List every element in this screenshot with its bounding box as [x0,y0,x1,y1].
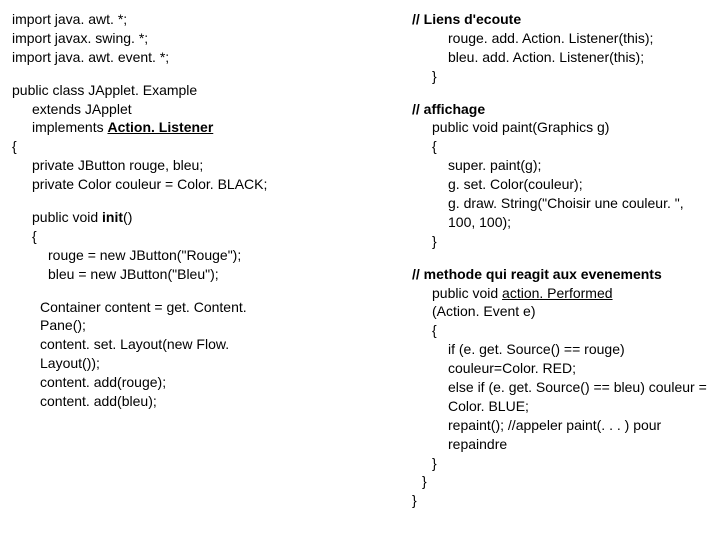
init-prefix: public void [32,209,102,225]
left-column: import java. awt. *; import javax. swing… [12,10,412,524]
code-line: Container content = get. Content. Pane()… [40,298,280,336]
imports-block: import java. awt. *; import javax. swing… [12,10,412,67]
class-line: public class JApplet. Example [12,81,412,100]
import-line: import java. awt. event. *; [12,48,412,67]
listeners-block: // Liens d'ecoute rouge. add. Action. Li… [412,10,708,86]
code-line: else if (e. get. Source() == bleu) coule… [412,378,708,416]
implements-line: implements Action. Listener [12,118,412,137]
brace: { [12,227,412,246]
brace: } [412,472,708,491]
implements-kw: implements [32,119,107,135]
code-line: content. set. Layout(new Flow. Layout())… [40,335,280,373]
init-name: init [102,209,123,225]
code-line: g. set. Color(couleur); [412,175,708,194]
import-line: import javax. swing. *; [12,29,412,48]
code-line: content. add(bleu); [40,392,280,411]
code-line: rouge. add. Action. Listener(this); [412,29,708,48]
action-listener: Action. Listener [107,119,213,135]
brace: { [412,321,708,340]
field-line: private Color couleur = Color. BLACK; [12,175,412,194]
listeners-comment: // Liens d'ecoute [412,10,708,29]
code-line: public void paint(Graphics g) [412,118,708,137]
code-line: content. add(rouge); [40,373,280,392]
method-prefix: public void [432,285,502,301]
class-decl-block: public class JApplet. Example extends JA… [12,81,412,194]
affichage-block: // affichage public void paint(Graphics … [412,100,708,251]
method-block: // methode qui reagit aux evenements pub… [412,265,708,511]
code-line: repaint(); //appeler paint(. . . ) pour … [412,416,708,454]
init-block: public void init() { rouge = new JButton… [12,208,412,284]
right-column: // Liens d'ecoute rouge. add. Action. Li… [412,10,708,524]
field-line: private JButton rouge, bleu; [12,156,412,175]
container-block: Container content = get. Content. Pane()… [12,298,280,411]
method-signature: public void action. Performed [412,284,708,303]
init-parens: () [123,209,132,225]
method-params: (Action. Event e) [412,302,708,321]
affichage-comment: // affichage [412,100,708,119]
method-comment: // methode qui reagit aux evenements [412,265,708,284]
code-line: g. draw. String("Choisir une couleur. ",… [412,194,708,232]
code-line: super. paint(g); [412,156,708,175]
code-line: bleu. add. Action. Listener(this); [412,48,708,67]
extends-line: extends JApplet [12,100,412,119]
brace: { [412,137,708,156]
brace: } [412,67,708,86]
brace: } [412,491,708,510]
brace: } [412,232,708,251]
code-line: rouge = new JButton("Rouge"); [12,246,412,265]
brace: } [412,454,708,473]
code-line: bleu = new JButton("Bleu"); [12,265,412,284]
action-performed: action. Performed [502,285,613,301]
code-line: if (e. get. Source() == rouge) couleur=C… [412,340,708,378]
import-line: import java. awt. *; [12,10,412,29]
init-signature: public void init() [12,208,412,227]
open-brace: { [12,137,412,156]
